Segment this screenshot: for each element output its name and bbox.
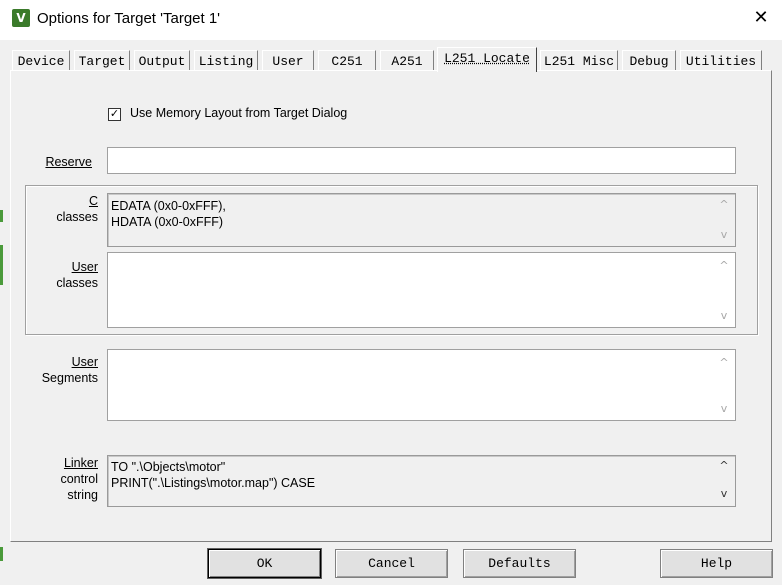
background-edge — [0, 245, 3, 285]
user-segments-label: User Segments — [30, 354, 98, 386]
scroll-down-icon[interactable]: v — [716, 309, 732, 322]
linker-control-line-1: TO ".\Objects\motor" — [111, 460, 226, 474]
c-classes-line-1: EDATA (0x0-0xFFF), — [111, 199, 226, 213]
reserve-label-text: Reserve — [45, 155, 92, 169]
help-button[interactable]: Help — [660, 549, 773, 578]
tab-l251-misc[interactable]: L251 Misc — [540, 50, 618, 72]
tab-utilities[interactable]: Utilities — [680, 50, 762, 72]
linker-control-label-line2: control — [60, 472, 98, 486]
linker-control-label: Linker control string — [30, 455, 98, 503]
scroll-down-icon[interactable]: v — [716, 228, 732, 241]
user-segments-label-line2: Segments — [41, 371, 98, 385]
close-icon[interactable]: ✕ — [751, 8, 771, 28]
use-memory-layout-checkbox[interactable]: ✓ — [108, 108, 121, 121]
reserve-input[interactable] — [107, 147, 736, 174]
cancel-button[interactable]: Cancel — [335, 549, 448, 578]
c-classes-label: C classes — [30, 193, 98, 225]
tab-output[interactable]: Output — [134, 50, 190, 72]
ok-button[interactable]: OK — [208, 549, 321, 578]
background-edge — [0, 210, 3, 222]
tab-l251-locate[interactable]: L251 Locate — [437, 47, 537, 72]
tab-listing[interactable]: Listing — [194, 50, 258, 72]
window-title: Options for Target 'Target 1' — [37, 10, 221, 27]
c-classes-textarea[interactable]: EDATA (0x0-0xFFF), HDATA (0x0-0xFFF) ^ v — [107, 193, 736, 247]
c-classes-line-2: HDATA (0x0-0xFFF) — [111, 215, 224, 229]
user-classes-label-line1: User — [71, 260, 98, 274]
scroll-up-icon[interactable]: ^ — [716, 198, 732, 211]
reserve-label: Reserve — [30, 154, 92, 170]
tab-l251-locate-label: L251 Locate — [444, 51, 530, 66]
user-segments-textarea[interactable]: ^ v — [107, 349, 736, 421]
defaults-button[interactable]: Defaults — [463, 549, 576, 578]
tab-debug[interactable]: Debug — [622, 50, 676, 72]
linker-control-line-2: PRINT(".\Listings\motor.map") CASE — [111, 476, 316, 490]
tab-target[interactable]: Target — [74, 50, 130, 72]
c-classes-label-line1: C — [88, 194, 98, 208]
title-bar: V Options for Target 'Target 1' ✕ — [0, 0, 782, 40]
user-classes-label: User classes — [30, 259, 98, 291]
user-classes-label-line2: classes — [56, 276, 98, 290]
linker-control-label-line3: string — [67, 488, 98, 502]
use-memory-layout-label[interactable]: Use Memory Layout from Target Dialog — [130, 106, 347, 120]
tab-user[interactable]: User — [262, 50, 314, 72]
scroll-down-icon[interactable]: v — [716, 402, 732, 415]
tab-c251[interactable]: C251 — [318, 50, 376, 72]
linker-control-label-line1: Linker — [63, 456, 98, 470]
background-edge — [0, 547, 3, 561]
scroll-up-icon[interactable]: ^ — [716, 356, 732, 369]
scroll-up-icon[interactable]: ^ — [716, 459, 732, 472]
c-classes-label-line2: classes — [56, 210, 98, 224]
tab-a251[interactable]: A251 — [380, 50, 434, 72]
check-icon: ✓ — [109, 108, 120, 120]
user-classes-textarea[interactable]: ^ v — [107, 252, 736, 328]
tab-device[interactable]: Device — [12, 50, 70, 72]
user-segments-label-line1: User — [71, 355, 98, 369]
scroll-up-icon[interactable]: ^ — [716, 259, 732, 272]
linker-control-textarea[interactable]: TO ".\Objects\motor" PRINT(".\Listings\m… — [107, 455, 736, 507]
uvision-app-icon: V — [12, 9, 30, 27]
scroll-down-icon[interactable]: v — [716, 487, 732, 500]
